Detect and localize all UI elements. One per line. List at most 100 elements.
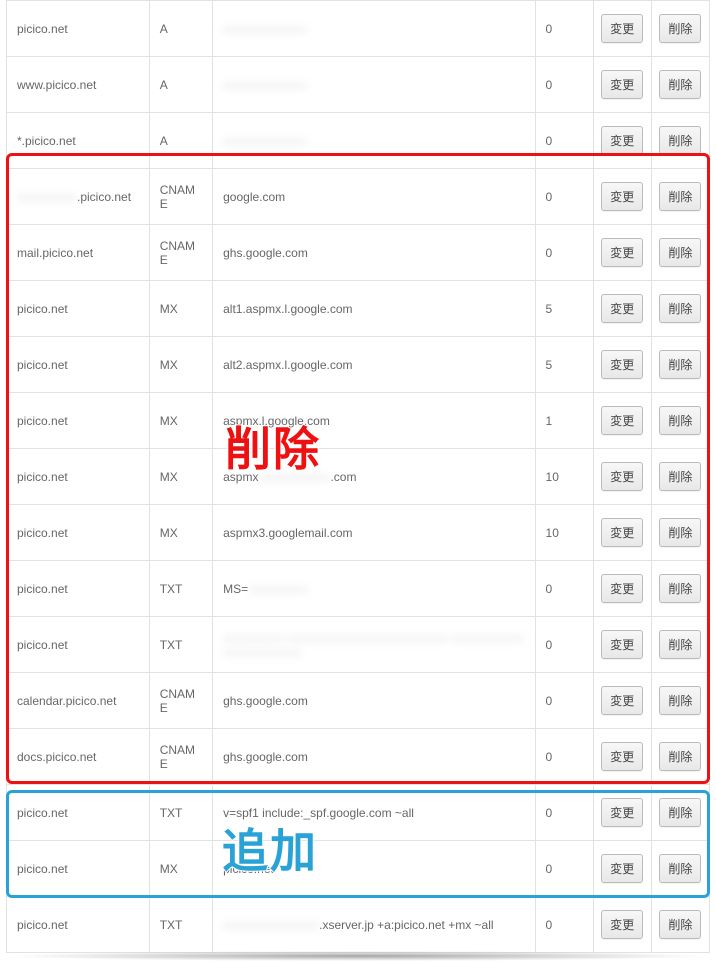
- edit-button[interactable]: 変更: [601, 742, 643, 771]
- cell-value: v=spf1 include:_spf.google.com ~all: [213, 785, 535, 841]
- delete-button[interactable]: 削除: [659, 126, 701, 155]
- delete-button[interactable]: 削除: [659, 182, 701, 211]
- delete-button[interactable]: 削除: [659, 350, 701, 379]
- edit-button[interactable]: 変更: [601, 910, 643, 939]
- table-row: picico.netTXTxxxxxxxxxxxxxxxx.xserver.jp…: [7, 897, 710, 953]
- edit-button[interactable]: 変更: [601, 686, 643, 715]
- delete-button[interactable]: 削除: [659, 518, 701, 547]
- cell-type: A: [149, 1, 212, 57]
- cell-action-edit: 変更: [593, 729, 651, 785]
- delete-button[interactable]: 削除: [659, 462, 701, 491]
- cell-action-delete: 削除: [651, 785, 709, 841]
- cell-host: picico.net: [7, 617, 150, 673]
- delete-button[interactable]: 削除: [659, 798, 701, 827]
- cell-action-delete: 削除: [651, 841, 709, 897]
- edit-button[interactable]: 変更: [601, 406, 643, 435]
- edit-button[interactable]: 変更: [601, 350, 643, 379]
- cell-action-delete: 削除: [651, 57, 709, 113]
- cell-type: CNAME: [149, 225, 212, 281]
- edit-button[interactable]: 変更: [601, 238, 643, 267]
- cell-value: xxxxxxxxxxxxxx: [213, 57, 535, 113]
- edit-button[interactable]: 変更: [601, 462, 643, 491]
- cell-priority: 5: [535, 337, 593, 393]
- cell-priority: 5: [535, 281, 593, 337]
- cell-priority: 0: [535, 673, 593, 729]
- cell-action-edit: 変更: [593, 1, 651, 57]
- cell-host: calendar.picico.net: [7, 673, 150, 729]
- cell-action-edit: 変更: [593, 617, 651, 673]
- table-row: picico.netMXaspmx.l.google.com1変更削除: [7, 393, 710, 449]
- cell-host: picico.net: [7, 561, 150, 617]
- cell-type: MX: [149, 337, 212, 393]
- cell-host: picico.net: [7, 281, 150, 337]
- cell-priority: 0: [535, 897, 593, 953]
- edit-button[interactable]: 変更: [601, 798, 643, 827]
- cell-action-edit: 変更: [593, 841, 651, 897]
- cell-action-edit: 変更: [593, 225, 651, 281]
- delete-button[interactable]: 削除: [659, 14, 701, 43]
- cell-value: ghs.google.com: [213, 729, 535, 785]
- cell-action-edit: 変更: [593, 449, 651, 505]
- dns-records-table: picico.netAxxxxxxxxxxxxxx0変更削除www.picico…: [6, 0, 710, 953]
- cell-host: picico.net: [7, 449, 150, 505]
- cell-host: www.picico.net: [7, 57, 150, 113]
- delete-button[interactable]: 削除: [659, 238, 701, 267]
- cell-value: aspmxxxxxxxxxxxxx.com: [213, 449, 535, 505]
- edit-button[interactable]: 変更: [601, 518, 643, 547]
- table-row: mail.picico.netCNAMEghs.google.com0変更削除: [7, 225, 710, 281]
- cell-value: alt1.aspmx.l.google.com: [213, 281, 535, 337]
- table-row: *.picico.netAxxxxxxxxxxxxxx0変更削除: [7, 113, 710, 169]
- delete-button[interactable]: 削除: [659, 574, 701, 603]
- cell-type: TXT: [149, 897, 212, 953]
- delete-button[interactable]: 削除: [659, 910, 701, 939]
- cell-type: TXT: [149, 785, 212, 841]
- cell-value: MS=xxxxxxxxxx: [213, 561, 535, 617]
- edit-button[interactable]: 変更: [601, 574, 643, 603]
- cell-type: CNAME: [149, 673, 212, 729]
- edit-button[interactable]: 変更: [601, 182, 643, 211]
- delete-button[interactable]: 削除: [659, 294, 701, 323]
- cell-type: TXT: [149, 561, 212, 617]
- delete-button[interactable]: 削除: [659, 406, 701, 435]
- cell-action-delete: 削除: [651, 1, 709, 57]
- edit-button[interactable]: 変更: [601, 854, 643, 883]
- edit-button[interactable]: 変更: [601, 126, 643, 155]
- cell-type: A: [149, 57, 212, 113]
- table-row: picico.netMXaspmxxxxxxxxxxxxx.com10変更削除: [7, 449, 710, 505]
- cell-host: xxxxxxxxxx.picico.net: [7, 169, 150, 225]
- delete-button[interactable]: 削除: [659, 630, 701, 659]
- cell-action-delete: 削除: [651, 505, 709, 561]
- table-row: calendar.picico.netCNAMEghs.google.com0変…: [7, 673, 710, 729]
- cell-priority: 10: [535, 505, 593, 561]
- cell-action-edit: 変更: [593, 393, 651, 449]
- cell-value: xxxxxxxxxxxxxxxx.xserver.jp +a:picico.ne…: [213, 897, 535, 953]
- edit-button[interactable]: 変更: [601, 70, 643, 99]
- cell-value: alt2.aspmx.l.google.com: [213, 337, 535, 393]
- cell-host: docs.picico.net: [7, 729, 150, 785]
- cell-host: picico.net: [7, 841, 150, 897]
- cell-action-edit: 変更: [593, 505, 651, 561]
- table-row: picico.netTXTMS=xxxxxxxxxx0変更削除: [7, 561, 710, 617]
- cell-priority: 0: [535, 785, 593, 841]
- cell-value: xxxxxxxxxxxxxx: [213, 1, 535, 57]
- cell-action-delete: 削除: [651, 617, 709, 673]
- cell-host: picico.net: [7, 785, 150, 841]
- cell-action-delete: 削除: [651, 673, 709, 729]
- cell-action-edit: 変更: [593, 897, 651, 953]
- edit-button[interactable]: 変更: [601, 630, 643, 659]
- delete-button[interactable]: 削除: [659, 742, 701, 771]
- cell-priority: 0: [535, 617, 593, 673]
- delete-button[interactable]: 削除: [659, 854, 701, 883]
- cell-value: ghs.google.com: [213, 673, 535, 729]
- edit-button[interactable]: 変更: [601, 294, 643, 323]
- cell-priority: 0: [535, 57, 593, 113]
- delete-button[interactable]: 削除: [659, 686, 701, 715]
- cell-priority: 0: [535, 729, 593, 785]
- cell-type: MX: [149, 449, 212, 505]
- cell-value: aspmx.l.google.com: [213, 393, 535, 449]
- cell-priority: 0: [535, 225, 593, 281]
- delete-button[interactable]: 削除: [659, 70, 701, 99]
- cell-value: google.com: [213, 169, 535, 225]
- cell-priority: 0: [535, 841, 593, 897]
- edit-button[interactable]: 変更: [601, 14, 643, 43]
